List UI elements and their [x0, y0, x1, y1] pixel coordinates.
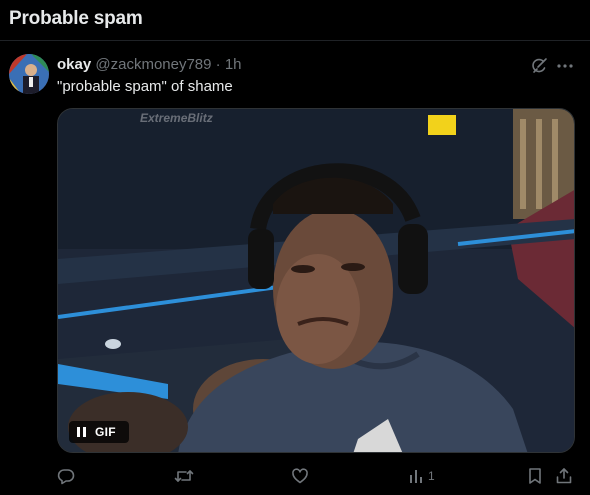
- page-title: Probable spam: [9, 8, 143, 29]
- meta-separator: ·: [215, 56, 221, 73]
- share-icon: [556, 468, 572, 484]
- avatar[interactable]: [9, 54, 49, 94]
- post-text: "probable spam" of shame: [57, 78, 233, 95]
- views-icon: [410, 470, 422, 483]
- share-button[interactable]: [555, 465, 573, 487]
- user-handle[interactable]: @zackmoney789: [95, 56, 211, 73]
- views-button[interactable]: 1: [409, 465, 435, 487]
- like-button[interactable]: [291, 465, 309, 487]
- post-actions: 1: [57, 465, 575, 487]
- gif-media[interactable]: ExtremeBlitz GIF: [57, 108, 575, 453]
- page-header: Probable spam: [0, 0, 590, 40]
- post[interactable]: okay @zackmoney789 · 1h "probable spam" …: [0, 41, 590, 495]
- gif-controls[interactable]: GIF: [69, 421, 129, 443]
- post-time[interactable]: 1h: [225, 56, 242, 73]
- grok-icon[interactable]: [528, 55, 550, 77]
- repost-icon: [174, 470, 194, 482]
- gif-badge: GIF: [95, 425, 116, 439]
- gif-frame: [58, 109, 574, 452]
- more-options-icon[interactable]: [554, 55, 576, 77]
- gif-watermark: ExtremeBlitz: [140, 111, 213, 125]
- pause-icon[interactable]: [75, 426, 87, 438]
- display-name[interactable]: okay: [57, 56, 91, 73]
- reply-button[interactable]: [57, 465, 75, 487]
- repost-button[interactable]: [174, 465, 194, 487]
- reply-icon: [57, 469, 75, 485]
- bookmark-icon: [529, 468, 541, 484]
- bookmark-button[interactable]: [527, 465, 543, 487]
- views-count: 1: [428, 469, 435, 483]
- post-meta: okay @zackmoney789 · 1h: [57, 56, 242, 73]
- like-icon: [292, 468, 308, 484]
